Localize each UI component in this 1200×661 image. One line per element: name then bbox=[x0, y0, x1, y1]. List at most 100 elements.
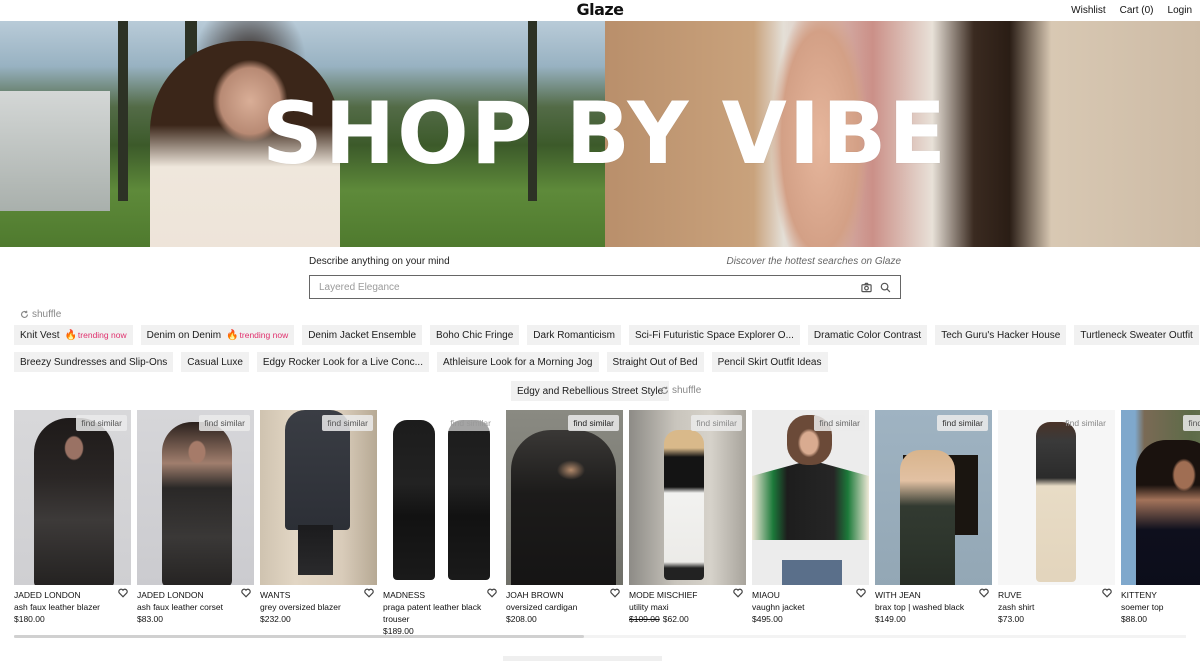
chip-label: Denim on Denim bbox=[146, 329, 222, 341]
product-photo bbox=[298, 525, 333, 575]
shuffle-label: shuffle bbox=[672, 385, 702, 396]
product-price: $88.00 bbox=[1121, 614, 1147, 624]
product-name: ash faux leather blazer bbox=[14, 602, 100, 612]
carousel-scrollbar[interactable] bbox=[14, 635, 584, 638]
chip[interactable]: Pencil Skirt Outfit Ideas bbox=[711, 352, 828, 372]
heart-icon[interactable] bbox=[979, 588, 989, 598]
find-similar-button[interactable]: find similar bbox=[322, 415, 373, 431]
load-more-bar[interactable] bbox=[503, 656, 662, 661]
search-label: Describe anything on your mind bbox=[309, 256, 450, 267]
hero-title: SHOP BY VIBE bbox=[261, 84, 948, 184]
top-nav: Wishlist Cart (0) Login bbox=[1071, 0, 1192, 21]
product-card[interactable]: find similar JADED LONDON ash faux leath… bbox=[137, 410, 254, 625]
heart-icon[interactable] bbox=[241, 588, 251, 598]
product-card[interactable]: find similar WITH JEAN brax top | washed… bbox=[875, 410, 992, 625]
product-brand: MIAOU bbox=[752, 590, 780, 600]
chip[interactable]: Denim Jacket Ensemble bbox=[302, 325, 423, 345]
chip[interactable]: Turtleneck Sweater Outfit bbox=[1074, 325, 1199, 345]
chip[interactable]: Boho Chic Fringe bbox=[430, 325, 520, 345]
chip[interactable]: Edgy and Rebellious Street Style bbox=[511, 381, 670, 401]
heart-icon[interactable] bbox=[610, 588, 620, 598]
find-similar-button[interactable]: find similar bbox=[445, 415, 496, 431]
product-price: $208.00 bbox=[506, 614, 537, 624]
heart-icon[interactable] bbox=[118, 588, 128, 598]
chip[interactable]: Casual Luxe bbox=[181, 352, 249, 372]
nav-wishlist[interactable]: Wishlist bbox=[1071, 5, 1105, 16]
product-card[interactable]: find similar WANTS grey oversized blazer… bbox=[260, 410, 377, 625]
chip[interactable]: Straight Out of Bed bbox=[606, 352, 704, 372]
product-image[interactable]: find similar bbox=[875, 410, 992, 585]
product-image[interactable]: find similar bbox=[998, 410, 1115, 585]
product-old-price: $109.00 bbox=[629, 614, 660, 624]
product-name: soemer top bbox=[1121, 602, 1164, 612]
hero-banner: SHOP BY VIBE bbox=[0, 21, 1200, 247]
find-similar-button[interactable]: find similar bbox=[691, 415, 742, 431]
product-price: $495.00 bbox=[752, 614, 783, 624]
chip[interactable]: Knit Vest 🔥 trending now bbox=[14, 325, 133, 345]
chip[interactable]: Denim on Denim 🔥 trending now bbox=[140, 325, 295, 345]
chip[interactable]: Dramatic Color Contrast bbox=[807, 325, 928, 345]
chip[interactable]: Sci-Fi Futuristic Space Explorer O... bbox=[628, 325, 800, 345]
product-image[interactable]: find similar bbox=[629, 410, 746, 585]
product-card[interactable]: find similar JOAH BROWN oversized cardig… bbox=[506, 410, 623, 625]
logo[interactable]: Glaze bbox=[576, 0, 624, 19]
product-brand: JOAH BROWN bbox=[506, 590, 564, 600]
product-image[interactable]: find similar bbox=[137, 410, 254, 585]
chip[interactable]: Edgy Rocker Look for a Live Conc... bbox=[256, 352, 429, 372]
heart-icon[interactable] bbox=[1102, 588, 1112, 598]
find-similar-button[interactable]: find similar bbox=[1060, 415, 1111, 431]
discover-link[interactable]: Discover the hottest searches on Glaze bbox=[726, 256, 901, 270]
product-name: grey oversized blazer bbox=[260, 602, 341, 612]
shuffle-button[interactable]: shuffle bbox=[660, 385, 701, 396]
product-image[interactable]: find similar bbox=[752, 410, 869, 585]
product-card[interactable]: find similar MADNESS praga patent leathe… bbox=[383, 410, 500, 635]
product-card[interactable]: find similar MIAOU vaughn jacket $495.00 bbox=[752, 410, 869, 625]
nav-login[interactable]: Login bbox=[1168, 5, 1192, 16]
find-similar-button[interactable]: find similar bbox=[814, 415, 865, 431]
find-similar-button[interactable]: find similar bbox=[199, 415, 250, 431]
chip[interactable]: Tech Guru's Hacker House bbox=[935, 325, 1067, 345]
heart-icon[interactable] bbox=[856, 588, 866, 598]
product-image[interactable]: find similar bbox=[14, 410, 131, 585]
shuffle-label: shuffle bbox=[32, 309, 62, 320]
chip[interactable]: Breezy Sundresses and Slip-Ons bbox=[14, 352, 174, 372]
search-section: Describe anything on your mind Discover … bbox=[309, 256, 901, 299]
chip-row: Knit Vest 🔥 trending now Denim on Denim 🔥 tr… bbox=[14, 325, 1199, 345]
product-image[interactable]: find similar bbox=[506, 410, 623, 585]
find-similar-button[interactable]: find similar bbox=[76, 415, 127, 431]
product-brand: WANTS bbox=[260, 590, 291, 600]
product-name: utility maxi bbox=[629, 602, 669, 612]
chip[interactable]: Athleisure Look for a Morning Jog bbox=[436, 352, 599, 372]
product-carousel: find similar JADED LONDON ash faux leath… bbox=[14, 410, 1200, 635]
nav-cart[interactable]: Cart (0) bbox=[1120, 5, 1154, 16]
find-similar-button[interactable]: find similar bbox=[1183, 415, 1200, 431]
product-price: $149.00 bbox=[875, 614, 906, 624]
product-photo bbox=[162, 422, 232, 585]
find-similar-button[interactable]: find similar bbox=[937, 415, 988, 431]
product-image[interactable]: find similar bbox=[260, 410, 377, 585]
product-name: oversized cardigan bbox=[506, 602, 578, 612]
product-image[interactable]: find similar bbox=[383, 410, 500, 585]
chip[interactable]: Dark Romanticism bbox=[527, 325, 621, 345]
product-name: zash shirt bbox=[998, 602, 1035, 612]
find-similar-button[interactable]: find similar bbox=[568, 415, 619, 431]
product-card[interactable]: find similar KITTENY soemer top $88.00 bbox=[1121, 410, 1200, 625]
product-card[interactable]: find similar JADED LONDON ash faux leath… bbox=[14, 410, 131, 625]
search-icon[interactable] bbox=[880, 282, 891, 293]
trending-badge: trending now bbox=[239, 330, 289, 340]
heart-icon[interactable] bbox=[364, 588, 374, 598]
heart-icon[interactable] bbox=[487, 588, 497, 598]
product-price: $232.00 bbox=[260, 614, 291, 624]
product-image[interactable]: find similar bbox=[1121, 410, 1200, 585]
top-bar: Glaze Wishlist Cart (0) Login bbox=[0, 0, 1200, 21]
product-card[interactable]: find similar RUVE zash shirt $73.00 bbox=[998, 410, 1115, 625]
product-card[interactable]: find similar MODE MISCHIEF utility maxi … bbox=[629, 410, 746, 625]
product-price: $83.00 bbox=[137, 614, 163, 624]
camera-icon[interactable] bbox=[861, 282, 872, 293]
heart-icon[interactable] bbox=[733, 588, 743, 598]
shuffle-button[interactable]: shuffle bbox=[20, 309, 61, 320]
search-box bbox=[309, 275, 901, 299]
product-photo bbox=[782, 560, 842, 585]
product-price: $189.00 bbox=[383, 626, 414, 635]
search-input[interactable] bbox=[319, 281, 861, 293]
